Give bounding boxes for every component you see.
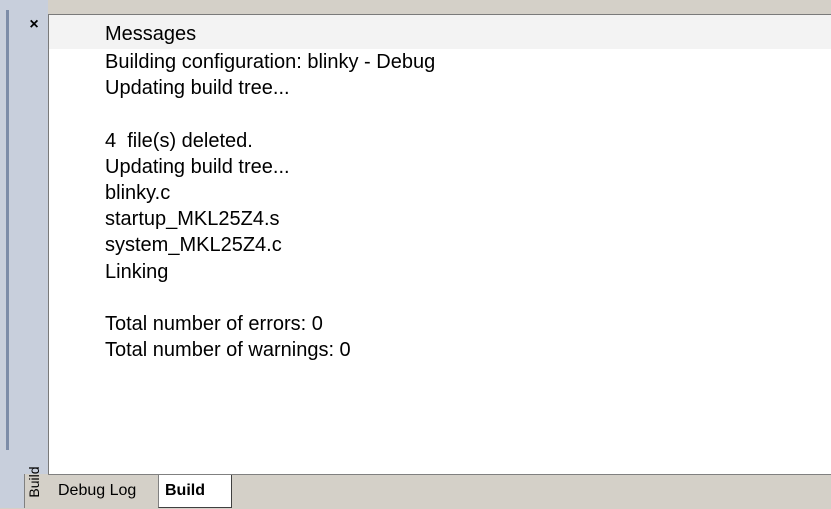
messages-pane[interactable]: Messages Building configuration: blinky … — [48, 14, 831, 475]
tab-build[interactable]: Build — [158, 475, 232, 508]
panel-gutter — [24, 0, 48, 474]
message-line[interactable] — [105, 285, 825, 311]
close-icon[interactable]: × — [29, 16, 38, 33]
close-button[interactable]: × — [23, 14, 45, 36]
tab-debug-log[interactable]: Debug Log — [52, 475, 158, 507]
tab-bar: Debug Log Build — [48, 474, 831, 509]
message-list: Building configuration: blinky - Debug U… — [105, 49, 825, 363]
window-title: Build — [26, 466, 42, 498]
message-line[interactable]: Total number of errors: 0 — [105, 311, 825, 337]
messages-column-header[interactable]: Messages — [49, 15, 831, 50]
dock-strip — [0, 0, 25, 508]
window-title-vertical: Build — [24, 458, 44, 506]
message-line[interactable]: Linking — [105, 259, 825, 285]
message-line[interactable]: startup_MKL25Z4.s — [105, 206, 825, 232]
message-line[interactable]: Total number of warnings: 0 — [105, 337, 825, 363]
dock-grip[interactable] — [6, 10, 9, 450]
message-line[interactable]: 4 file(s) deleted. — [105, 128, 825, 154]
message-line[interactable]: Updating build tree... — [105, 75, 825, 101]
message-line[interactable]: Updating build tree... — [105, 154, 825, 180]
message-line[interactable]: system_MKL25Z4.c — [105, 232, 825, 258]
message-line[interactable] — [105, 101, 825, 127]
message-line[interactable]: blinky.c — [105, 180, 825, 206]
message-line[interactable]: Building configuration: blinky - Debug — [105, 49, 825, 75]
messages-header-label: Messages — [105, 23, 197, 45]
